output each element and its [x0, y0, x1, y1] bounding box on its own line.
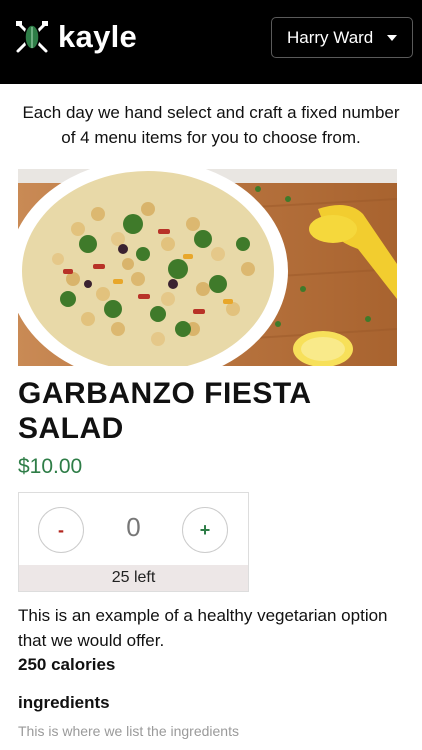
top-navbar: kayle Harry Ward — [0, 0, 422, 84]
salad-image — [18, 169, 397, 366]
menu-item-title: GARBANZO FIESTA SALAD — [18, 376, 408, 446]
menu-item-price: $10.00 — [18, 455, 83, 478]
intro-line-1: Each day we hand select and craft a fixe… — [22, 103, 400, 122]
description-line-2: that we would offer. — [18, 631, 165, 650]
user-name: Harry Ward — [287, 27, 374, 47]
brand-logo[interactable]: kayle — [14, 17, 137, 57]
user-menu-button[interactable]: Harry Ward — [271, 17, 413, 58]
title-line-1: GARBANZO FIESTA — [18, 377, 312, 410]
caret-down-icon — [387, 35, 397, 41]
intro-text: Each day we hand select and craft a fixe… — [0, 100, 422, 150]
ingredients-heading: ingredients — [18, 693, 110, 712]
increment-button[interactable]: + — [182, 507, 228, 553]
intro-line-2: of 4 menu items for you to choose from. — [61, 128, 361, 147]
menu-item-photo — [18, 169, 397, 366]
description-line-1: This is an example of a healthy vegetari… — [18, 606, 388, 625]
menu-item-description: This is an example of a healthy vegetari… — [18, 603, 413, 653]
remaining-count: 25 left — [19, 565, 248, 591]
quantity-row: - 0 + — [19, 493, 248, 565]
quantity-selector: - 0 + 25 left — [18, 492, 249, 592]
ingredients-text: This is where we list the ingredients — [18, 723, 239, 739]
title-line-2: SALAD — [18, 412, 124, 445]
brand-name: kayle — [58, 19, 138, 54]
leaf-fork-knife-icon — [16, 21, 48, 53]
calories-label: 250 calories — [18, 655, 116, 674]
